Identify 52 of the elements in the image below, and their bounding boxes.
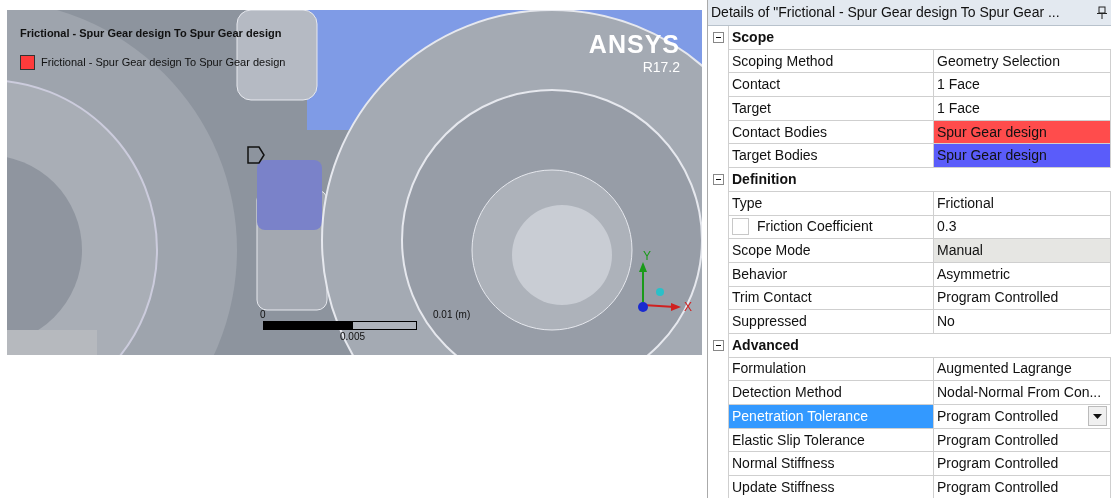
property-label[interactable]: Behavior [728,262,934,287]
scale-label: 0.005 [340,330,366,344]
property-label[interactable]: Trim Contact [728,286,934,311]
property-value: Program Controlled [934,428,1111,453]
property-label[interactable]: Elastic Slip Tolerance [728,428,934,453]
property-label[interactable]: Contact [728,73,934,98]
property-value: Nodal-Normal From Con... [934,381,1111,405]
property-label[interactable]: Target [728,97,934,121]
property-label[interactable]: Scoping Method [728,49,934,74]
property-value: No [934,310,1111,334]
property-label[interactable]: Normal Stiffness [728,452,934,477]
logo-text: ANSYS [588,31,680,58]
property-value: Geometry Selection [934,49,1111,74]
scale-label: 0.01 (m) [433,308,471,322]
pin-icon[interactable] [1097,6,1107,19]
legend-title: Frictional - Spur Gear design To Spur Gear design [20,26,282,41]
section-header: Definition [728,168,1111,192]
property-value: 1 Face [934,97,1111,121]
property-value: Spur Gear design [934,120,1111,145]
scale-label: 0 [260,308,266,322]
probe-marker-icon [246,145,266,165]
collapse-icon[interactable] [712,32,724,44]
property-label[interactable]: Scope Mode [728,239,934,263]
property-label[interactable]: Friction Coefficient [757,216,873,238]
property-label[interactable]: Suppressed [728,310,934,334]
property-value: Asymmetric [934,262,1111,287]
property-value: 1 Face [934,73,1111,98]
checkbox[interactable] [732,218,749,236]
property-label[interactable]: Contact Bodies [728,120,934,145]
legend-label: Frictional - Spur Gear design To Spur Gear design [41,55,286,70]
property-value: Frictional [934,191,1111,216]
section-header: Advanced [728,333,1111,358]
panel-title: Details of "Frictional - Spur Gear design To Spur Gear ... [711,3,1060,22]
axis-triad-drawing: Y X [633,250,693,320]
caret-icon [1093,413,1102,419]
section-header: Scope [728,26,1111,50]
dropdown-button[interactable] [1088,406,1107,427]
property-value: Manual [934,239,1111,263]
dropdown-field[interactable]: Program Controlled [934,405,1111,429]
property-label[interactable]: Formulation [728,357,934,382]
property-value: Program Controlled [934,476,1111,498]
property-label[interactable]: Target Bodies [728,144,934,169]
property-value: Program Controlled [934,286,1111,311]
property-label[interactable]: Update Stiffness [728,476,934,498]
property-value: Augmented Lagrange [934,357,1111,382]
version-label: R17.2 [642,59,680,75]
property-value: Spur Gear design [934,144,1111,169]
collapse-icon[interactable] [712,340,724,352]
collapse-icon[interactable] [712,174,724,186]
property-value: Program Controlled [934,452,1111,477]
property-label[interactable]: Type [728,191,934,216]
property-value: Program Controlled [937,406,1059,426]
